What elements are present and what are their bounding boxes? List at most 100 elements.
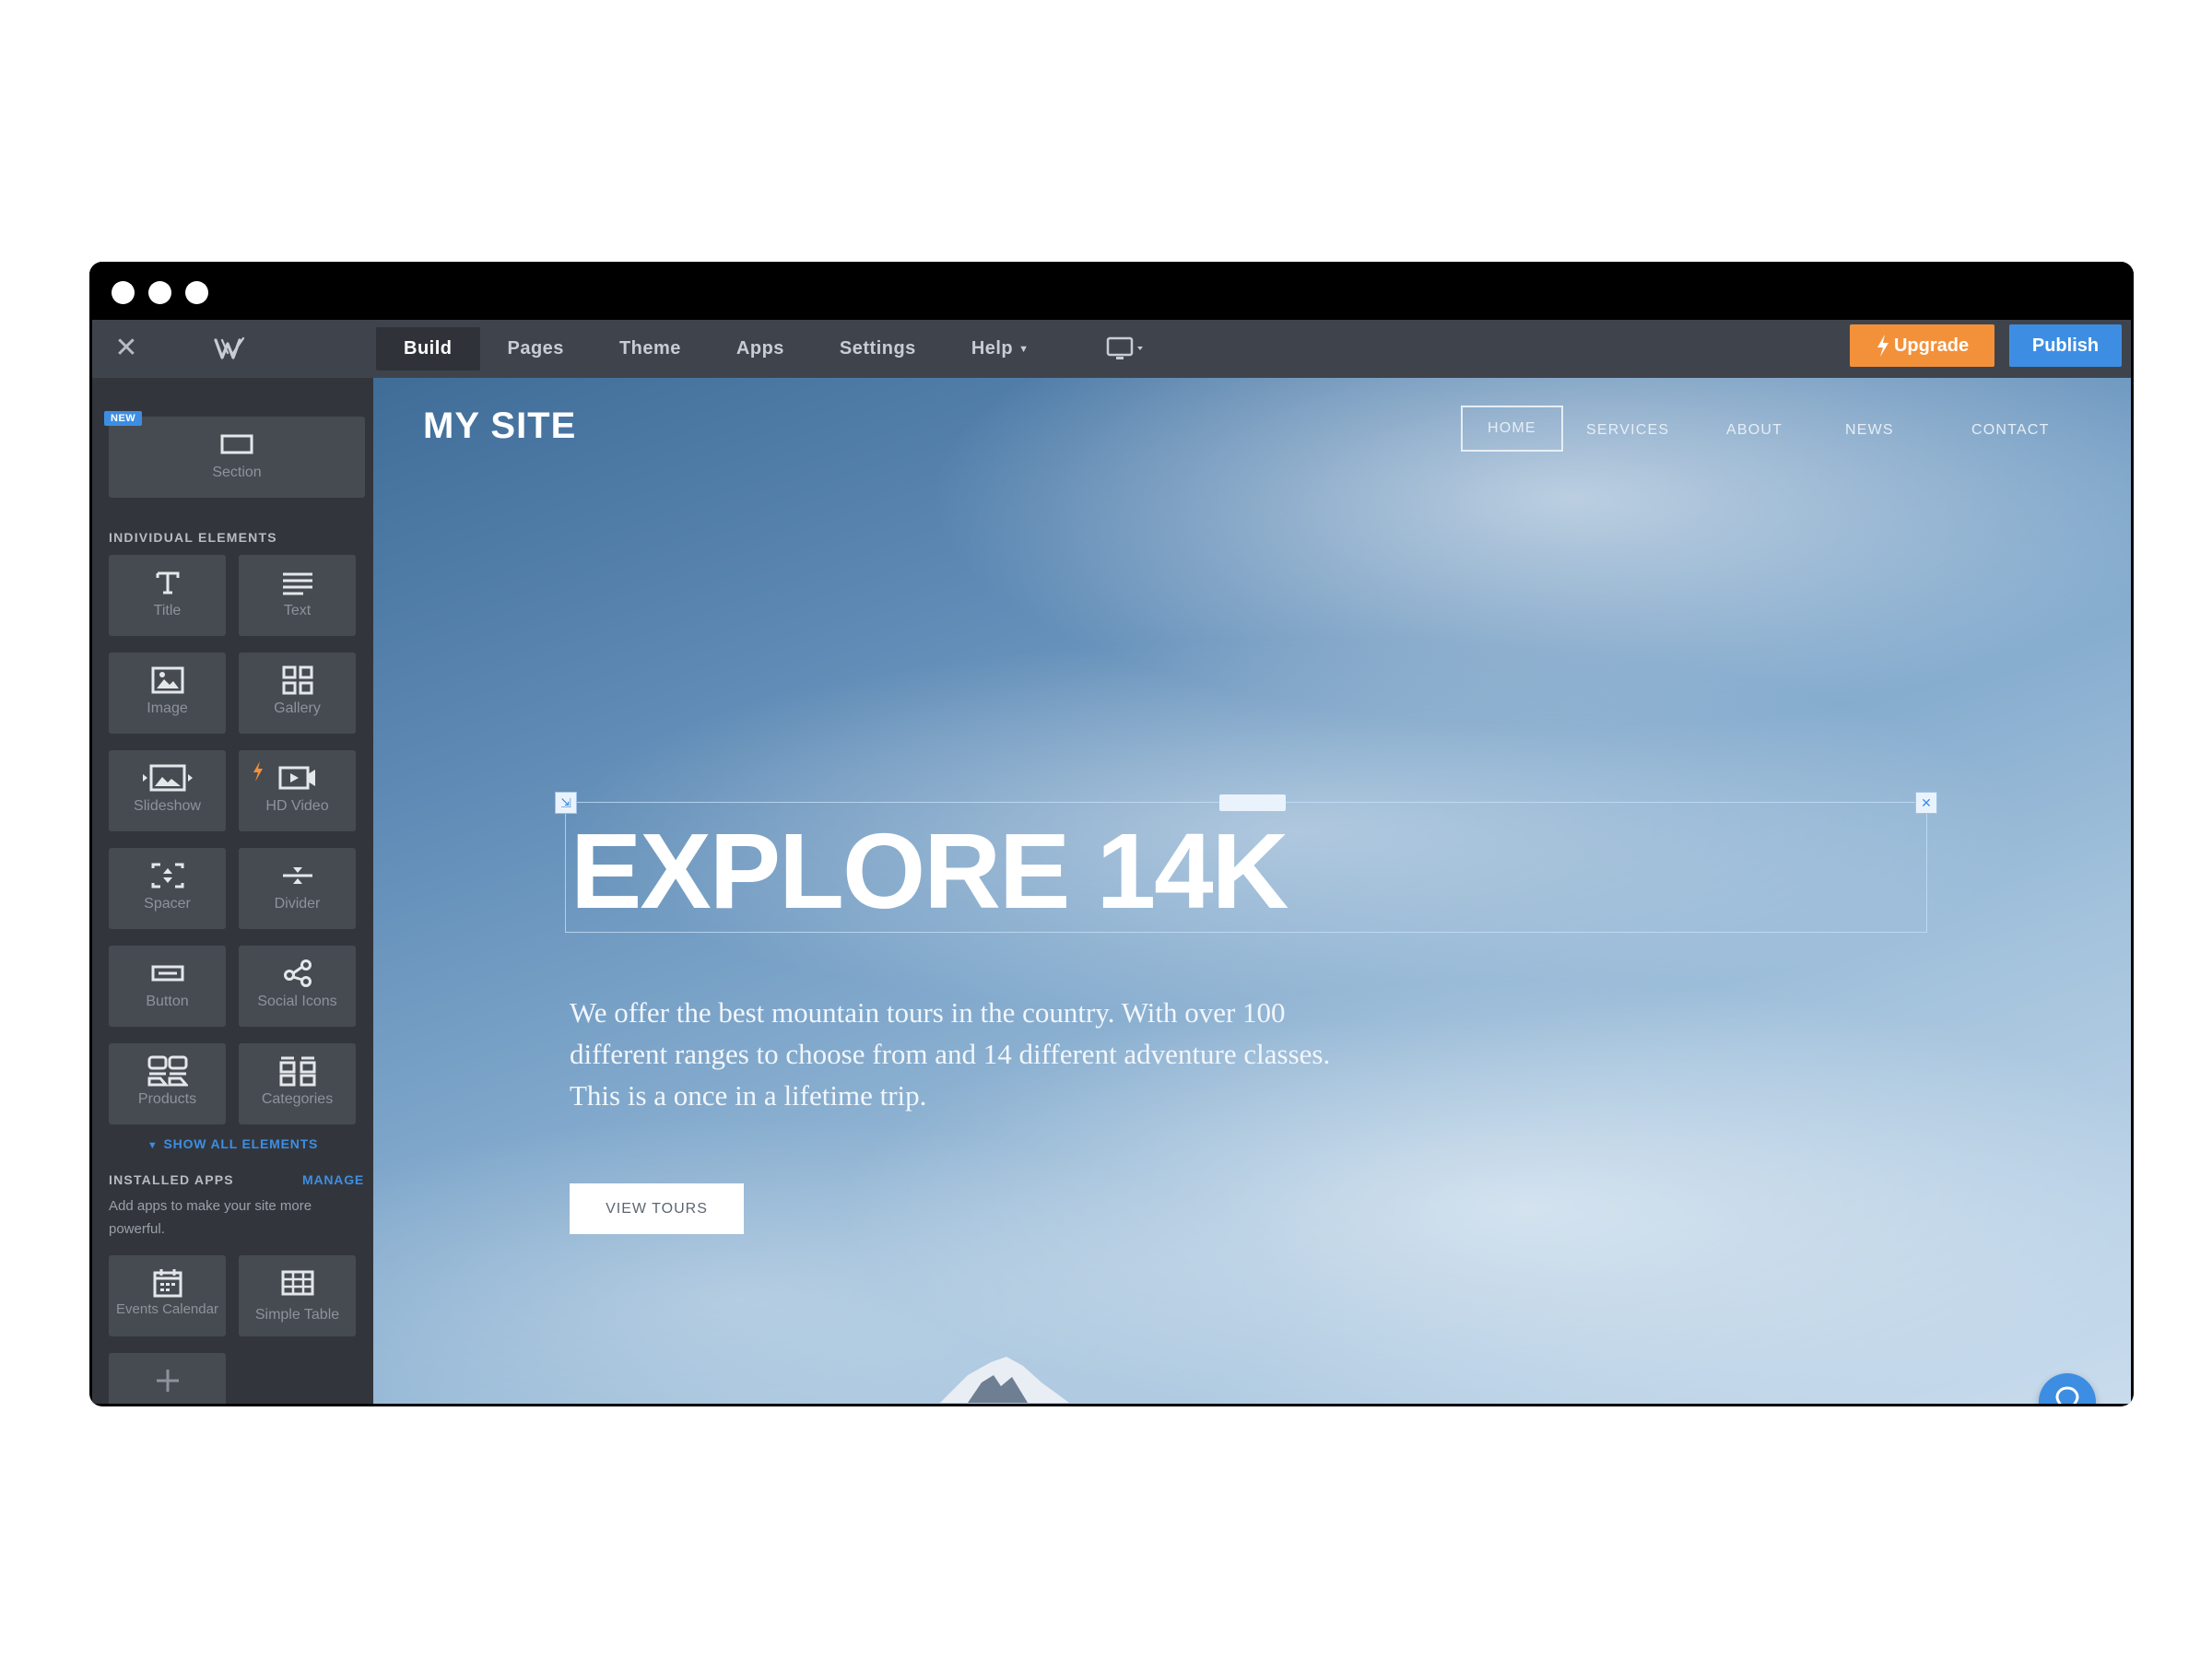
site-nav-services[interactable]: SERVICES — [1586, 422, 1669, 439]
site-nav-contact-label: CONTACT — [1971, 422, 2050, 438]
manage-apps-link[interactable]: MANAGE — [302, 1172, 364, 1187]
site-canvas[interactable]: MY SITE HOME SERVICES ABOUT NEWS CONTACT… — [373, 378, 2131, 1404]
chevron-down-icon: ▼ — [147, 1140, 159, 1151]
lightbulb-icon — [2055, 1386, 2079, 1404]
hero-title[interactable]: EXPLORE 14K — [571, 806, 1288, 935]
element-image-label: Image — [147, 700, 188, 716]
tab-build[interactable]: Build — [376, 327, 480, 371]
element-gallery[interactable]: Gallery — [239, 653, 356, 734]
element-divider[interactable]: Divider — [239, 848, 356, 929]
window-dot-3 — [185, 281, 208, 304]
view-tours-label: VIEW TOURS — [606, 1200, 708, 1217]
categories-icon — [239, 1054, 356, 1088]
app-simple-table-label: Simple Table — [254, 1307, 340, 1323]
element-text[interactable]: Text — [239, 555, 356, 636]
site-nav-home[interactable]: HOME — [1461, 406, 1563, 452]
editor-tabs: Build Pages Theme Apps Settings Help ▼ — [376, 327, 1057, 371]
tab-theme-label: Theme — [618, 338, 681, 359]
browser-window: ✕ Build Pages Theme Apps Settings Help ▼ — [89, 262, 2134, 1406]
tab-pages-label: Pages — [507, 338, 564, 359]
delete-element-icon[interactable]: ✕ — [1915, 792, 1937, 814]
element-divider-label: Divider — [274, 896, 321, 912]
gallery-grid-icon — [239, 664, 356, 697]
element-section-label: Section — [212, 465, 262, 480]
tab-settings[interactable]: Settings — [812, 327, 944, 371]
show-all-elements-link[interactable]: ▼ SHOW ALL ELEMENTS — [92, 1136, 373, 1151]
desktop-preview-icon[interactable] — [1104, 333, 1147, 364]
divider-icon — [239, 859, 356, 892]
products-icon — [109, 1054, 226, 1088]
mountain-peak-image — [940, 1357, 1069, 1403]
element-slideshow[interactable]: Slideshow — [109, 750, 226, 831]
site-nav-home-label: HOME — [1488, 420, 1536, 436]
view-tours-button[interactable]: VIEW TOURS — [570, 1183, 744, 1234]
tab-apps-label: Apps — [735, 338, 784, 359]
spacer-icon — [109, 859, 226, 892]
upgrade-button[interactable]: Upgrade — [1850, 324, 1994, 367]
publish-button[interactable]: Publish — [2009, 324, 2122, 367]
plus-icon — [109, 1364, 226, 1397]
tab-pages[interactable]: Pages — [480, 327, 592, 371]
element-hd-video[interactable]: HD Video — [239, 750, 356, 831]
app-events-calendar[interactable]: Events Calendar — [109, 1255, 226, 1336]
site-nav-contact[interactable]: CONTACT — [1971, 422, 2050, 439]
element-social-icons-label: Social Icons — [257, 994, 337, 1009]
app-simple-table[interactable]: Simple Table — [239, 1255, 356, 1336]
elements-sidebar: Section NEW INDIVIDUAL ELEMENTS Title Te… — [92, 378, 373, 1404]
site-nav-news[interactable]: NEWS — [1845, 422, 1894, 439]
editor-app: ✕ Build Pages Theme Apps Settings Help ▼ — [92, 320, 2131, 1404]
element-social-icons[interactable]: Social Icons — [239, 946, 356, 1027]
window-dot-1 — [112, 281, 135, 304]
tab-apps[interactable]: Apps — [709, 327, 812, 371]
title-icon — [109, 566, 226, 599]
element-products[interactable]: Products — [109, 1043, 226, 1124]
site-logo[interactable]: MY SITE — [423, 406, 576, 447]
table-icon — [239, 1266, 356, 1300]
window-titlebar — [89, 262, 2134, 320]
new-badge: NEW — [104, 411, 143, 426]
image-icon — [109, 664, 226, 697]
element-slideshow-label: Slideshow — [134, 798, 201, 814]
text-lines-icon — [239, 566, 356, 599]
help-lightbulb-button[interactable] — [2039, 1373, 2096, 1404]
element-spacer[interactable]: Spacer — [109, 848, 226, 929]
window-dot-2 — [148, 281, 171, 304]
installed-apps-heading: INSTALLED APPS — [109, 1172, 234, 1187]
slideshow-icon — [109, 761, 226, 794]
app-events-calendar-label: Events Calendar — [116, 1301, 218, 1317]
element-gallery-label: Gallery — [274, 700, 321, 716]
element-title-label: Title — [153, 603, 182, 618]
tab-help-label: Help — [971, 338, 1014, 359]
close-icon[interactable]: ✕ — [112, 335, 140, 362]
element-section[interactable]: Section — [109, 417, 365, 498]
element-button[interactable]: Button — [109, 946, 226, 1027]
section-icon — [109, 428, 365, 461]
installed-apps-description: Add apps to make your site more powerful… — [109, 1198, 312, 1237]
element-categories[interactable]: Categories — [239, 1043, 356, 1124]
element-hd-video-label: HD Video — [265, 798, 329, 814]
show-all-label: SHOW ALL ELEMENTS — [163, 1136, 319, 1151]
lightning-icon — [1877, 335, 1888, 357]
tab-theme[interactable]: Theme — [592, 327, 709, 371]
add-app-button[interactable] — [109, 1353, 226, 1404]
calendar-icon — [109, 1266, 226, 1300]
element-products-label: Products — [137, 1091, 197, 1107]
element-button-label: Button — [146, 994, 189, 1009]
element-text-label: Text — [283, 603, 312, 618]
site-nav-about[interactable]: ABOUT — [1726, 422, 1783, 439]
element-image[interactable]: Image — [109, 653, 226, 734]
element-title[interactable]: Title — [109, 555, 226, 636]
site-nav-news-label: NEWS — [1845, 422, 1894, 438]
tab-help[interactable]: Help ▼ — [944, 327, 1057, 371]
editor-toolbar: ✕ Build Pages Theme Apps Settings Help ▼ — [92, 320, 2131, 378]
publish-label: Publish — [2031, 335, 2100, 356]
site-nav-services-label: SERVICES — [1586, 422, 1670, 438]
site-nav-about-label: ABOUT — [1726, 422, 1783, 438]
hero-paragraph[interactable]: We offer the best mountain tours in the … — [570, 992, 1335, 1116]
tab-build-label: Build — [404, 338, 453, 359]
share-icon — [239, 957, 356, 990]
weebly-logo-icon[interactable] — [212, 333, 249, 364]
button-icon — [109, 957, 226, 990]
element-spacer-label: Spacer — [144, 896, 191, 912]
tab-settings-label: Settings — [839, 338, 916, 359]
